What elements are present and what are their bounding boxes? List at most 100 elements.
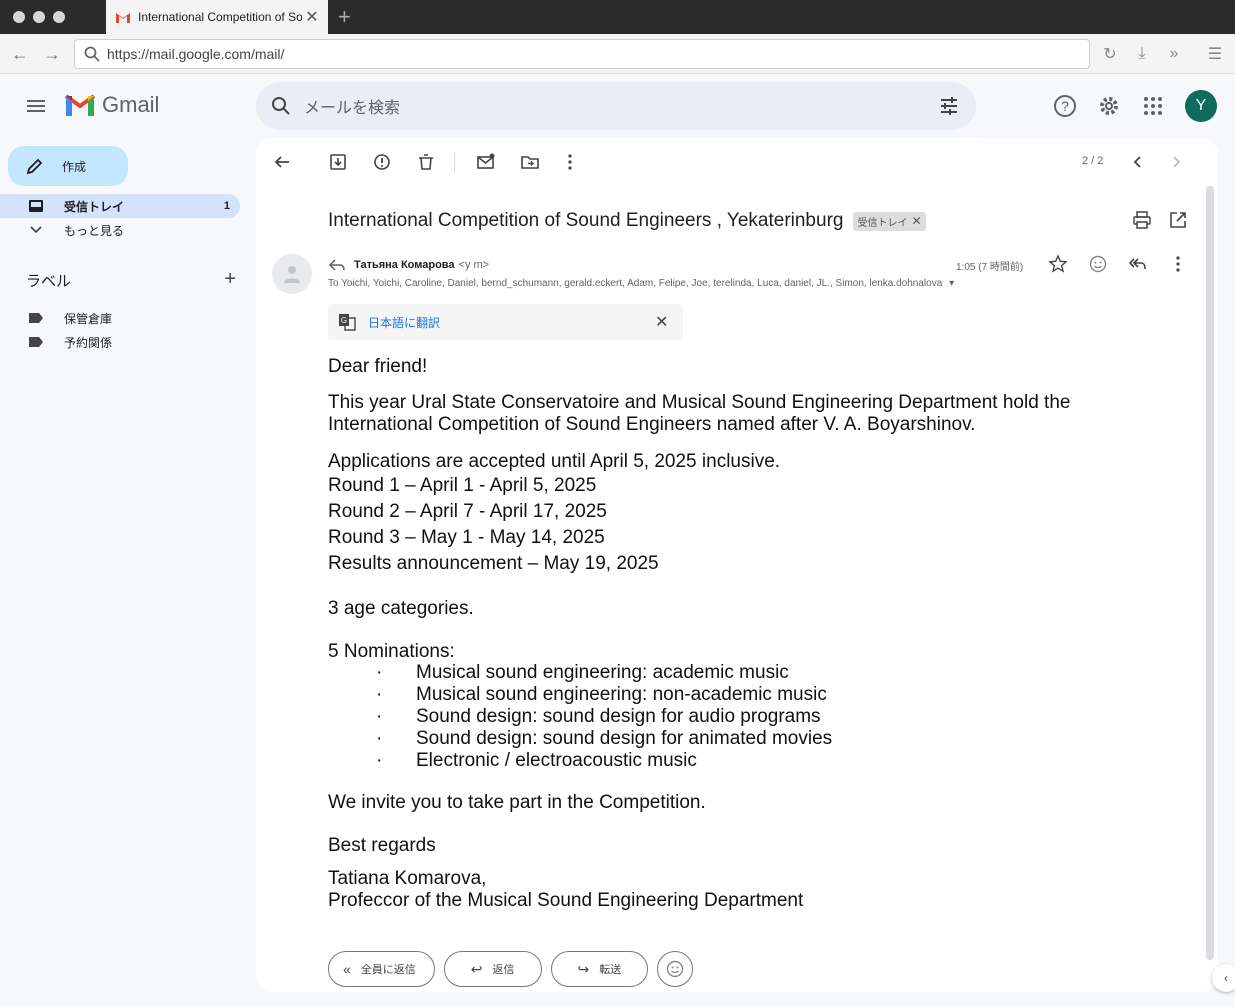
gmail-logo-icon — [64, 94, 96, 116]
unread-count: 1 — [223, 200, 230, 212]
search-input[interactable]: メールを検索 — [304, 94, 938, 118]
recipients-text: To Yoichi, Yoichi, Caroline, Daniel, ber… — [328, 278, 943, 289]
labels-heading: ラベル — [26, 273, 72, 290]
recipients-line[interactable]: To Yoichi, Yoichi, Caroline, Daniel, ber… — [328, 278, 954, 289]
reply-button[interactable]: ↩ 返信 — [443, 951, 542, 987]
translate-icon: G — [339, 314, 356, 331]
message-body: Dear friend! This year Ural State Conser… — [328, 356, 1188, 912]
sidebar-label-name: 予約関係 — [64, 335, 113, 350]
invitation: We invite you to take part in the Compet… — [328, 791, 706, 813]
compose-label: 作成 — [62, 159, 87, 174]
inbox-icon — [29, 200, 43, 212]
apps-grid-icon[interactable] — [1141, 94, 1165, 118]
message-subject: International Competition of Sound Engin… — [328, 210, 844, 231]
message-timestamp: 1:05 (7 時間前) — [956, 262, 1024, 273]
greeting: Dear friend! — [328, 356, 428, 377]
forward-label: 転送 — [599, 964, 622, 976]
reply-all-label: 全員に返信 — [360, 964, 416, 976]
toolbar-divider — [454, 152, 455, 172]
reply-all-button[interactable]: « 全員に返信 — [328, 951, 435, 987]
pencil-icon — [26, 158, 43, 175]
settings-gear-icon[interactable] — [1097, 94, 1121, 118]
label-tag-icon — [29, 337, 43, 347]
close-translate-icon[interactable]: ✕ — [655, 312, 683, 332]
delete-trash-icon[interactable] — [416, 152, 436, 172]
recipients-dropdown-icon[interactable]: ▾ — [949, 278, 954, 289]
replied-arrow-icon — [328, 259, 345, 271]
download-icon[interactable]: ⤓ — [1132, 44, 1152, 64]
older-chevron-right-icon[interactable] — [1166, 152, 1186, 172]
browser-menu-icon[interactable]: ☰ — [1205, 44, 1225, 64]
forward-button[interactable]: ↪ 転送 — [550, 951, 649, 987]
forward-icon[interactable]: → — [40, 42, 64, 66]
translate-bar: G 日本語に翻訳 ✕ — [328, 304, 683, 340]
back-icon[interactable]: ← — [8, 42, 32, 66]
message-more-icon[interactable] — [1168, 254, 1188, 274]
sender-avatar[interactable] — [272, 254, 312, 294]
open-in-new-window-icon[interactable] — [1168, 210, 1188, 230]
gmail-logo[interactable]: Gmail — [64, 92, 159, 118]
compose-button[interactable]: 作成 — [8, 146, 128, 186]
sender-name[interactable]: Татьяна Комарова — [354, 259, 455, 271]
remove-label-icon[interactable]: ✕ — [911, 214, 921, 228]
translate-link[interactable]: 日本語に翻訳 — [368, 314, 655, 331]
tab-close-icon[interactable]: ✕ — [302, 7, 322, 27]
nomination-text: Musical sound engineering: non-academic … — [416, 684, 827, 706]
gmail-favicon-icon — [116, 12, 130, 23]
reply-actions: « 全員に返信 ↩ 返信 ↪ 転送 — [328, 951, 694, 987]
results-date: Results announcement – May 19, 2025 — [328, 552, 659, 574]
nominations-heading: 5 Nominations: — [328, 640, 455, 662]
search-icon[interactable] — [270, 95, 292, 117]
reply-all-icon[interactable] — [1128, 254, 1148, 274]
help-icon[interactable]: ? — [1053, 94, 1077, 118]
nomination-item: · Electronic / electroacoustic music — [376, 749, 697, 771]
browser-tab[interactable]: International Competition of So ✕ — [106, 0, 328, 34]
browser-toolbar: ← → https://mail.google.com/mail/ ↻ ⤓ » … — [0, 34, 1235, 74]
add-label-icon[interactable]: + — [224, 269, 236, 291]
reply-all-icon: « — [343, 961, 351, 977]
move-to-icon[interactable] — [520, 152, 540, 172]
labels-section: ラベル + — [26, 269, 236, 291]
overflow-chevron-icon[interactable]: » — [1164, 44, 1184, 64]
round-2: Round 2 – April 7 - April 17, 2025 — [328, 501, 607, 523]
account-avatar[interactable]: Y — [1185, 90, 1217, 122]
address-bar[interactable]: https://mail.google.com/mail/ — [74, 39, 1090, 69]
sidebar-item-inbox[interactable]: 受信トレイ 1 — [0, 194, 240, 218]
gmail-wordmark: Gmail — [102, 92, 160, 117]
print-icon[interactable] — [1132, 210, 1152, 230]
report-spam-icon[interactable] — [372, 152, 392, 172]
more-actions-icon[interactable] — [560, 152, 580, 172]
closing: Best regards — [328, 834, 436, 856]
window-minimize-dot[interactable] — [33, 11, 45, 23]
nomination-text: Musical sound engineering: academic musi… — [416, 662, 789, 684]
sidebar-label-item[interactable]: 保管倉庫 — [0, 306, 240, 330]
main-menu-icon[interactable] — [24, 94, 48, 118]
message-scrollbar[interactable] — [1206, 186, 1214, 960]
age-categories: 3 age categories. — [328, 597, 474, 619]
window-zoom-dot[interactable] — [53, 11, 65, 23]
sidebar-label-name: 保管倉庫 — [64, 311, 113, 326]
new-tab-icon[interactable]: + — [338, 4, 351, 30]
tab-title: International Competition of So — [138, 10, 302, 24]
sidebar-label-item[interactable]: 予約関係 — [0, 330, 240, 354]
forward-icon: ↪ — [577, 960, 590, 977]
pagination-text: 2 / 2 — [1082, 155, 1104, 167]
search-options-icon[interactable] — [938, 95, 960, 117]
smiley-icon — [667, 960, 684, 978]
back-to-inbox-icon[interactable] — [272, 152, 292, 172]
sender-line: Татьяна Комарова <y m> — [328, 258, 489, 272]
emoji-react-icon[interactable] — [1088, 254, 1108, 274]
archive-icon[interactable] — [328, 152, 348, 172]
reload-icon[interactable]: ↻ — [1100, 44, 1120, 64]
sidebar-item-more[interactable]: もっと見る — [0, 218, 240, 242]
nomination-text: Electronic / electroacoustic music — [416, 749, 697, 771]
star-icon[interactable] — [1048, 254, 1068, 274]
side-panel-toggle-icon[interactable]: ‹ — [1212, 964, 1235, 992]
window-close-dot[interactable] — [13, 11, 25, 23]
nomination-item: · Sound design: sound design for audio pr… — [376, 706, 821, 728]
mail-search-bar[interactable]: メールを検索 — [256, 82, 976, 130]
emoji-reaction-button[interactable] — [657, 951, 694, 987]
nomination-text: Sound design: sound design for audio pro… — [416, 706, 821, 728]
newer-chevron-left-icon[interactable] — [1128, 152, 1148, 172]
mark-unread-icon[interactable] — [476, 152, 496, 172]
